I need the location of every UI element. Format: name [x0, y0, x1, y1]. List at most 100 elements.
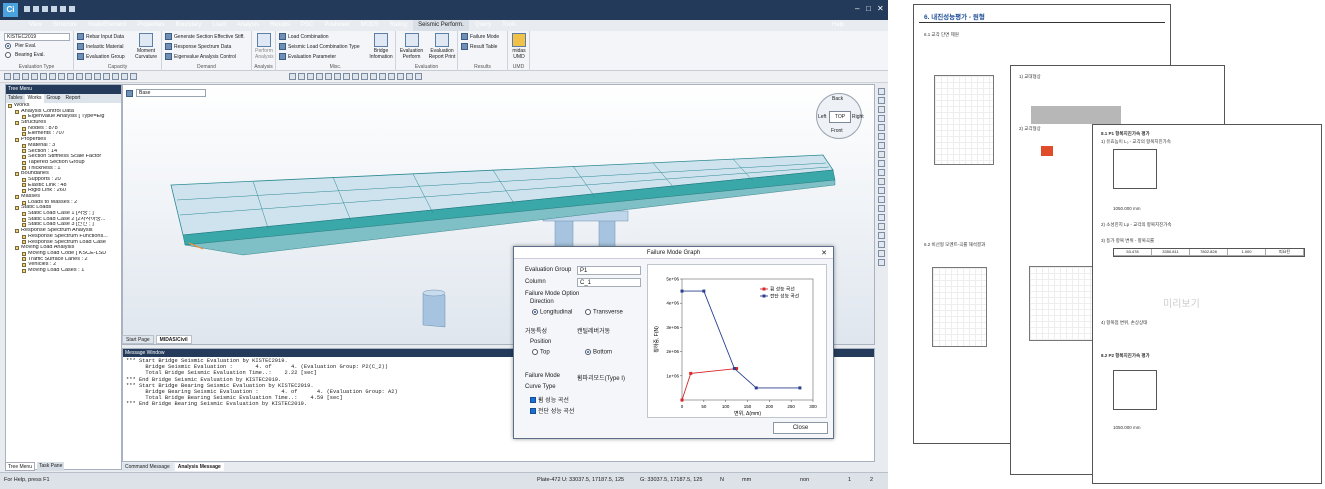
menu-structure[interactable]: Structure	[48, 20, 82, 31]
view-tool-icon[interactable]	[878, 241, 885, 248]
menu-properties[interactable]: Properties	[132, 20, 169, 31]
tree-tab-report[interactable]: Report	[63, 94, 82, 103]
menu-analysis[interactable]: Analysis	[232, 20, 264, 31]
toolbar-tool-icon[interactable]	[406, 73, 413, 80]
bottom-tab-0[interactable]: Tree Menu	[5, 462, 35, 471]
view-tool-icon[interactable]	[878, 205, 885, 212]
view-tool-icon[interactable]	[878, 196, 885, 203]
toolbar-tool-icon[interactable]	[352, 73, 359, 80]
toolbar-tool-icon[interactable]	[325, 73, 332, 80]
toolbar-tool-icon[interactable]	[343, 73, 350, 80]
kistec-select[interactable]: KISTEC2019	[4, 33, 70, 41]
eigenvalue-control-button[interactable]: Eigenvalue Analysis Control	[165, 53, 236, 60]
unit-force-select[interactable]: N	[720, 477, 724, 483]
print-icon[interactable]	[69, 6, 75, 12]
toolbar-tool-icon[interactable]	[130, 73, 137, 80]
menu-mods[interactable]: MODS	[356, 20, 384, 31]
toolbar-tool-icon[interactable]	[316, 73, 323, 80]
response-spectrum-button[interactable]: Response Spectrum Data	[165, 43, 231, 50]
evaluation-parameter-button[interactable]: Evaluation Parameter	[279, 53, 336, 60]
view-tool-icon[interactable]	[878, 250, 885, 257]
menu-seismic-perform-[interactable]: Seismic Perform.	[413, 20, 469, 31]
view-cube-left[interactable]: Left	[818, 114, 826, 120]
message-tab-1[interactable]: Analysis Message	[174, 463, 224, 471]
curve2-checkbox[interactable]: 전단 성능 곡선	[530, 406, 574, 415]
menu-query[interactable]: Query	[470, 20, 496, 31]
view-tool-icon[interactable]	[878, 223, 885, 230]
new-icon[interactable]	[24, 6, 30, 12]
view-cube-top[interactable]: TOP	[829, 111, 851, 123]
toolbar-tool-icon[interactable]	[94, 73, 101, 80]
view-tool-icon[interactable]	[878, 151, 885, 158]
menu-node-element[interactable]: Node/Element	[83, 20, 131, 31]
maximize-button[interactable]: □	[866, 4, 871, 13]
message-tab-0[interactable]: Command Message	[122, 463, 173, 471]
toolbar-tool-icon[interactable]	[298, 73, 305, 80]
toolbar-tool-icon[interactable]	[22, 73, 29, 80]
redo-icon[interactable]	[60, 6, 66, 12]
view-cube[interactable]: TOP Back Front Left Right	[816, 93, 864, 139]
view-tool-icon[interactable]	[878, 178, 885, 185]
view-tool-icon[interactable]	[878, 124, 885, 131]
toolbar-tool-icon[interactable]	[361, 73, 368, 80]
midas-umd-button[interactable]: midas UMD	[510, 33, 528, 60]
toolbar-tool-icon[interactable]	[40, 73, 47, 80]
open-icon[interactable]	[33, 6, 39, 12]
view-tab-1[interactable]: MIDAS/Civil	[155, 335, 192, 344]
tree-tab-tables[interactable]: Tables	[6, 94, 24, 103]
toolbar-tool-icon[interactable]	[397, 73, 404, 80]
menu-tools[interactable]: Tools	[497, 20, 521, 31]
toolbar-tool-icon[interactable]	[334, 73, 341, 80]
load-combination-button[interactable]: Load Combination	[279, 33, 329, 40]
menu-rating[interactable]: Rating	[385, 20, 412, 31]
menu-load[interactable]: Load	[207, 20, 230, 31]
view-tab-0[interactable]: Start Page	[122, 335, 154, 344]
view-tool-icon[interactable]	[878, 88, 885, 95]
rebar-input-button[interactable]: Rebar Input Data	[77, 33, 124, 40]
view-cube-right[interactable]: Right	[852, 114, 864, 120]
toolbar-tool-icon[interactable]	[49, 73, 56, 80]
toolbar-tool-icon[interactable]	[379, 73, 386, 80]
toolbar-tool-icon[interactable]	[370, 73, 377, 80]
menu-pushover[interactable]: Pushover	[319, 20, 354, 31]
column-select[interactable]: C_1	[577, 278, 641, 287]
section-stiff-button[interactable]: Generate Section Effective Stiff.	[165, 33, 245, 40]
tree-tab-group[interactable]: Group	[45, 94, 63, 103]
evaluation-group-button[interactable]: Evaluation Group	[77, 53, 125, 60]
view-tool-icon[interactable]	[878, 232, 885, 239]
bottom-radio[interactable]: Bottom	[585, 349, 612, 356]
toolbar-tool-icon[interactable]	[388, 73, 395, 80]
bridge-info-button[interactable]: Bridge Infomation	[368, 33, 394, 60]
menu-psc[interactable]: PSC	[296, 20, 318, 31]
dialog-close-icon[interactable]: ✕	[821, 249, 827, 257]
toolbar-tool-icon[interactable]	[31, 73, 38, 80]
moment-curvature-button[interactable]: Moment Curvature	[132, 33, 160, 60]
view-cube-back[interactable]: Back	[832, 96, 843, 102]
pier-eval-radio[interactable]: Pier Eval.	[5, 43, 36, 49]
view-tool-icon[interactable]	[878, 214, 885, 221]
minimize-button[interactable]: –	[855, 4, 859, 13]
menu-boundary[interactable]: Boundary	[171, 20, 207, 31]
menu-view[interactable]: View	[24, 20, 47, 31]
toolbar-tool-icon[interactable]	[307, 73, 314, 80]
unit-length-select[interactable]: mm	[742, 477, 751, 483]
seismic-load-comb-button[interactable]: Seismic Load Combination Type	[279, 43, 360, 50]
top-radio[interactable]: Top	[532, 349, 550, 356]
close-window-button[interactable]: ✕	[877, 4, 884, 13]
app-logo[interactable]: Ci	[3, 3, 18, 17]
toolbar-tool-icon[interactable]	[289, 73, 296, 80]
toolbar-tool-icon[interactable]	[415, 73, 422, 80]
toolbar-tool-icon[interactable]	[13, 73, 20, 80]
toolbar-tool-icon[interactable]	[67, 73, 74, 80]
bearing-eval-radio[interactable]: Bearing Eval.	[5, 52, 45, 58]
longitudinal-radio[interactable]: Longitudinal	[532, 309, 572, 316]
toolbar-tool-icon[interactable]	[103, 73, 110, 80]
transverse-radio[interactable]: Transverse	[585, 309, 623, 316]
view-tool-icon[interactable]	[878, 160, 885, 167]
view-cube-front[interactable]: Front	[831, 128, 843, 134]
failure-mode-button[interactable]: Failure Mode	[461, 33, 499, 40]
evaluation-report-button[interactable]: Evaluation Report Print	[427, 33, 457, 60]
result-table-button[interactable]: Result Table	[461, 43, 497, 50]
view-tool-icon[interactable]	[878, 169, 885, 176]
help-menu[interactable]: Help	[832, 22, 844, 28]
